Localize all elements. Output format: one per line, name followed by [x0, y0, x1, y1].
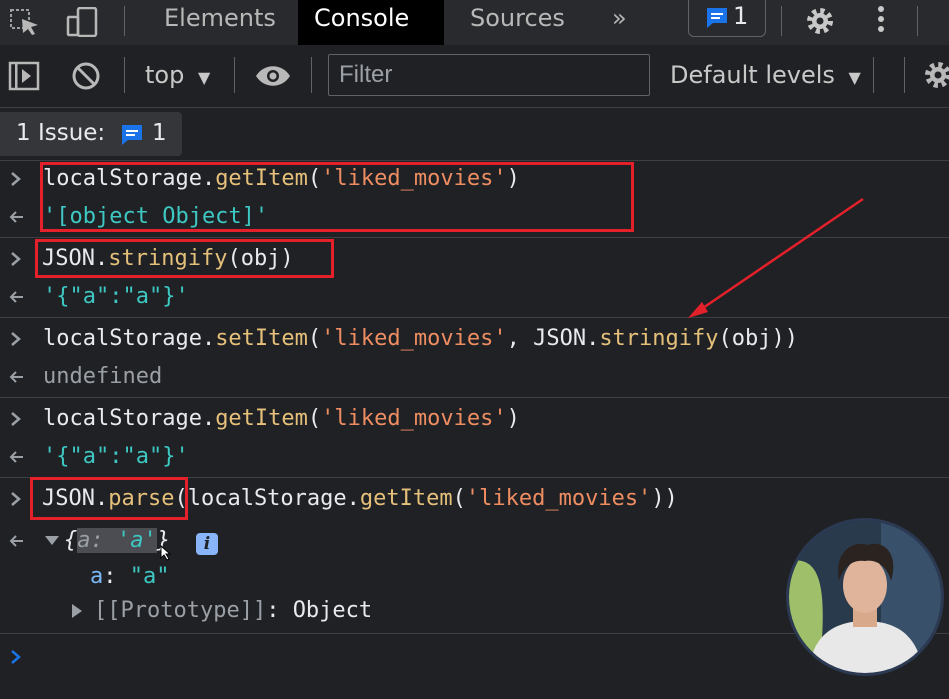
presenter-webcam [786, 518, 944, 676]
